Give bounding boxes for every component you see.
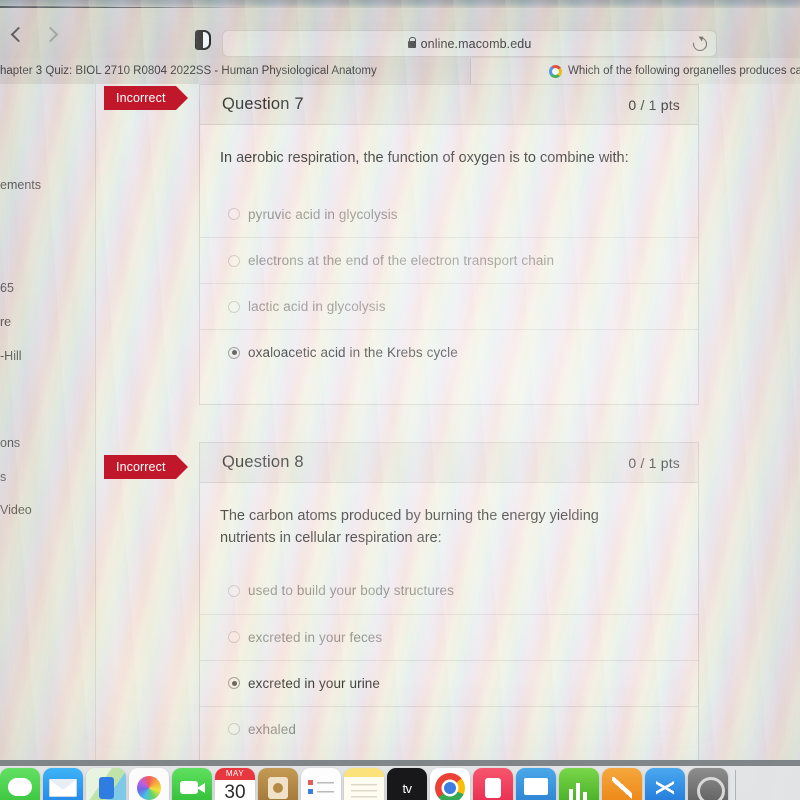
google-g-icon: [549, 64, 562, 78]
calendar-icon[interactable]: MAY 30: [215, 768, 255, 800]
dock-divider: [735, 770, 736, 800]
chrome-icon[interactable]: [430, 768, 470, 800]
navigation-buttons: [8, 26, 60, 44]
radio-icon[interactable]: [228, 631, 240, 644]
facetime-icon[interactable]: [172, 768, 212, 800]
answer-option[interactable]: pyruvic acid in glycolysis: [200, 191, 698, 237]
answer-list: pyruvic acid in glycolysis electrons at …: [200, 191, 698, 375]
sidebar-item-mcgraw-hill[interactable]: -Hill: [0, 349, 96, 363]
messages-icon[interactable]: [0, 768, 40, 800]
sidebar-item-announcements[interactable]: ements: [0, 178, 96, 192]
mail-icon[interactable]: [43, 768, 83, 800]
answer-label: electrons at the end of the electron tra…: [248, 253, 555, 269]
tab-strip: hapter 3 Quiz: BIOL 2710 R0804 2022SS - …: [0, 58, 800, 84]
question-text: In aerobic respiration, the function of …: [220, 150, 629, 166]
reader-view-icon[interactable]: [195, 30, 211, 50]
keynote-icon[interactable]: [516, 768, 556, 800]
apple-tv-label: tv: [402, 780, 412, 796]
question-body: The carbon atoms produced by burning the…: [200, 483, 698, 760]
status-badge-incorrect: Incorrect: [104, 455, 187, 479]
radio-icon[interactable]: [228, 584, 240, 597]
apple-tv-icon[interactable]: tv: [387, 768, 427, 800]
reload-icon[interactable]: [690, 34, 710, 54]
answer-label: exhaled: [248, 721, 296, 737]
sidebar-item-collaborations[interactable]: ons: [0, 436, 96, 450]
answer-option[interactable]: used to build your body structures: [200, 568, 698, 614]
reminders-icon[interactable]: [301, 768, 341, 800]
radio-icon[interactable]: [228, 254, 240, 267]
pages-icon[interactable]: [602, 768, 642, 800]
chevron-left-icon[interactable]: [8, 26, 26, 44]
status-badge-incorrect: Incorrect: [104, 86, 187, 110]
browser-toolbar: online.macomb.edu: [0, 8, 800, 58]
photos-icon[interactable]: [129, 768, 169, 800]
numbers-icon[interactable]: [559, 768, 599, 800]
question-header: Question 8 0 / 1 pts: [200, 443, 698, 483]
lock-icon: [407, 37, 417, 48]
macos-dock: MAY 30 tv: [0, 760, 800, 800]
sidebar-divider: [95, 84, 96, 760]
answer-option-selected[interactable]: excreted in your urine: [200, 659, 698, 706]
answer-option[interactable]: excreted in your feces: [200, 613, 698, 660]
question-card: Question 8 0 / 1 pts The carbon atoms pr…: [199, 442, 699, 760]
chevron-right-icon[interactable]: [42, 26, 60, 44]
question-points: 0 / 1 pts: [628, 96, 680, 113]
question-text: The carbon atoms produced by burning the…: [220, 508, 599, 547]
address-bar[interactable]: online.macomb.edu: [222, 30, 717, 57]
sidebar-item-video[interactable]: Video: [0, 503, 96, 517]
sidebar-item-library[interactable]: re: [0, 315, 96, 329]
question-header: Question 7 0 / 1 pts: [200, 85, 698, 125]
radio-icon[interactable]: [228, 300, 240, 313]
notes-icon[interactable]: [344, 768, 384, 800]
sidebar-item-settings[interactable]: s: [0, 470, 96, 484]
radio-icon[interactable]: [228, 723, 240, 736]
tab-label: Which of the following organelles produc…: [568, 65, 800, 77]
answer-option-selected[interactable]: oxaloacetic acid in the Krebs cycle: [200, 329, 698, 375]
answer-option[interactable]: electrons at the end of the electron tra…: [200, 237, 698, 283]
answer-label: excreted in your urine: [248, 675, 381, 691]
contacts-icon[interactable]: [258, 768, 298, 800]
app-store-icon[interactable]: [645, 768, 685, 800]
system-preferences-icon[interactable]: [688, 768, 728, 800]
tab-label: hapter 3 Quiz: BIOL 2710 R0804 2022SS - …: [0, 65, 377, 77]
status-badge-label: Incorrect: [116, 460, 166, 474]
answer-label: excreted in your feces: [248, 629, 383, 645]
question-card: Question 7 0 / 1 pts In aerobic respirat…: [199, 84, 699, 405]
answer-option[interactable]: lactic acid in glycolysis: [200, 283, 698, 329]
radio-icon-selected[interactable]: [228, 677, 240, 690]
page-viewport: ements 65 re -Hill ons s Video Question …: [0, 84, 800, 760]
radio-icon[interactable]: [228, 208, 240, 221]
question-body: In aerobic respiration, the function of …: [200, 125, 698, 385]
question-points: 0 / 1 pts: [628, 454, 680, 471]
answer-label: used to build your body structures: [248, 583, 455, 599]
maps-icon[interactable]: [86, 768, 126, 800]
answer-option[interactable]: exhaled: [200, 705, 698, 752]
browser-tab-quiz[interactable]: hapter 3 Quiz: BIOL 2710 R0804 2022SS - …: [0, 58, 470, 84]
answer-label: oxaloacetic acid in the Krebs cycle: [248, 345, 458, 361]
answer-list: used to build your body structures excre…: [200, 568, 698, 752]
question-title: Question 7: [222, 95, 304, 113]
calendar-day: 30: [224, 782, 246, 800]
url-text: online.macomb.edu: [420, 36, 532, 51]
answer-label: pyruvic acid in glycolysis: [248, 206, 398, 222]
browser-tab-search[interactable]: Which of the following organelles produc…: [470, 58, 800, 84]
status-badge-label: Incorrect: [116, 91, 166, 105]
answer-label: lactic acid in glycolysis: [248, 299, 386, 315]
radio-icon-selected[interactable]: [228, 346, 240, 359]
course-navigation: ements 65 re -Hill ons s Video: [0, 84, 96, 760]
screen-photo: online.macomb.edu hapter 3 Quiz: BIOL 27…: [0, 0, 800, 800]
music-icon[interactable]: [473, 768, 513, 800]
question-title: Question 8: [222, 453, 304, 471]
calendar-month: MAY: [215, 768, 255, 780]
sidebar-item-office365[interactable]: 65: [0, 281, 96, 295]
